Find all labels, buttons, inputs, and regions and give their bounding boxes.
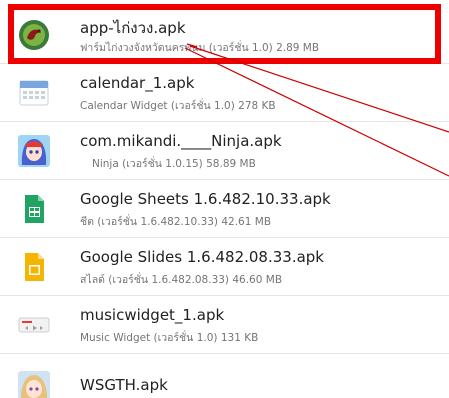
app-logo-icon (18, 19, 50, 51)
file-name: calendar_1.apk (80, 74, 195, 92)
file-row-music-widget[interactable]: musicwidget_1.apk Music Widget (เวอร์ชั่… (0, 296, 449, 354)
google-sheets-icon (18, 193, 50, 225)
apk-file-list: app-ไก่งวง.apk ฟาร์มไก่งวงจังหวัดนครพนม … (0, 0, 449, 398)
file-meta: Music Widget (เวอร์ชั่น 1.0) 131 KB (80, 332, 259, 344)
file-row-ninja[interactable]: com.mikandi.____Ninja.apk Ninja (เวอร์ชั… (0, 122, 449, 180)
calendar-icon (18, 77, 50, 109)
file-name: WSGTH.apk (80, 376, 168, 394)
file-meta: ชีต (เวอร์ชั่น 1.6.482.10.33) 42.61 MB (80, 216, 272, 228)
music-widget-icon (18, 309, 50, 341)
file-meta: Calendar Widget (เวอร์ชั่น 1.0) 278 KB (80, 100, 276, 112)
file-name: app-ไก่งวง.apk (80, 19, 186, 37)
anime-character-icon (18, 135, 50, 167)
google-slides-icon (18, 251, 50, 283)
file-row-wsgth[interactable]: WSGTH.apk (0, 354, 449, 398)
file-name: com.mikandi.____Ninja.apk (80, 132, 282, 150)
file-row-google-sheets[interactable]: Google Sheets 1.6.482.10.33.apk ชีต (เวอ… (0, 180, 449, 238)
file-meta: Ninja (เวอร์ชั่น 1.0.15) 58.89 MB (92, 158, 256, 170)
file-meta: สไลด์ (เวอร์ชั่น 1.6.482.08.33) 46.60 MB (80, 274, 283, 286)
file-name: musicwidget_1.apk (80, 306, 225, 324)
file-row-app-turkey[interactable]: app-ไก่งวง.apk ฟาร์มไก่งวงจังหวัดนครพนม … (0, 6, 449, 64)
file-row-google-slides[interactable]: Google Slides 1.6.482.08.33.apk สไลด์ (เ… (0, 238, 449, 296)
anime-girl-icon (18, 371, 50, 398)
file-meta: ฟาร์มไก่งวงจังหวัดนครพนม (เวอร์ชั่น 1.0)… (80, 42, 320, 54)
file-row-calendar[interactable]: calendar_1.apk Calendar Widget (เวอร์ชั่… (0, 64, 449, 122)
file-name: Google Slides 1.6.482.08.33.apk (80, 248, 324, 266)
file-name: Google Sheets 1.6.482.10.33.apk (80, 190, 331, 208)
